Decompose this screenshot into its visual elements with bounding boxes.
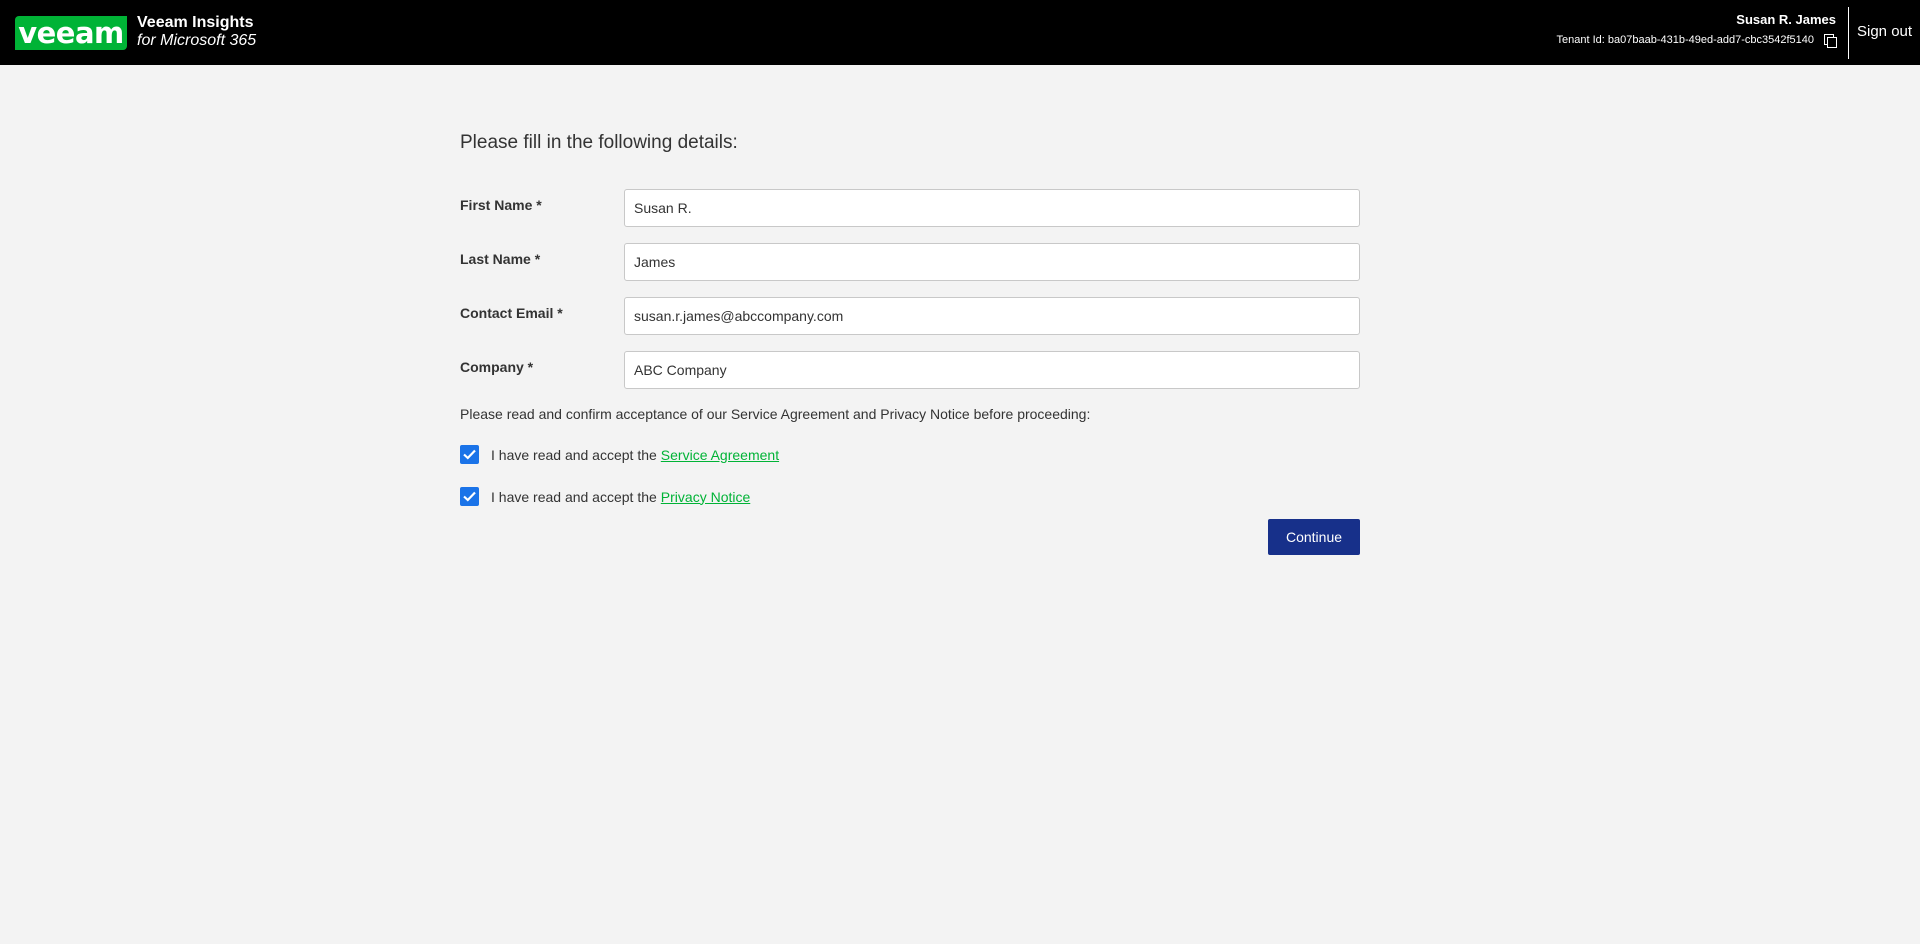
company-label: Company * [460,359,534,375]
tenant-row: Tenant Id: ba07baab-431b-49ed-add7-cbc35… [1556,34,1837,48]
sign-out-button[interactable]: Sign out [1857,23,1912,40]
service-agreement-checkbox[interactable] [460,445,479,464]
first-name-field[interactable] [624,189,1360,227]
checkmark-icon [463,449,476,460]
top-bar: veeam Veeam Insights for Microsoft 365 S… [0,0,1920,65]
privacy-notice-link[interactable]: Privacy Notice [661,489,750,505]
form-title: Please fill in the following details: [460,132,738,153]
tenant-id: Tenant Id: ba07baab-431b-49ed-add7-cbc35… [1556,34,1815,46]
product-name: Veeam Insights [137,14,254,31]
user-info: Susan R. James Tenant Id: ba07baab-431b-… [1556,12,1837,48]
privacy-notice-check-row: I have read and accept the Privacy Notic… [460,487,750,506]
continue-button[interactable]: Continue [1268,519,1360,555]
product-subtitle: for Microsoft 365 [137,32,257,49]
consent-instructions: Please read and confirm acceptance of ou… [460,406,1091,422]
service-agreement-check-row: I have read and accept the Service Agree… [460,445,779,464]
privacy-notice-label: I have read and accept the [491,488,657,505]
copy-icon[interactable] [1824,34,1837,48]
last-name-label: Last Name * [460,251,541,267]
logo-wordmark: veeam [18,15,124,50]
user-name: Susan R. James [1736,12,1836,27]
contact-email-field[interactable] [624,297,1360,335]
checkmark-icon [463,491,476,502]
service-agreement-label: I have read and accept the [491,446,657,463]
first-name-label: First Name * [460,197,542,213]
last-name-field[interactable] [624,243,1360,281]
header-divider [1848,7,1849,59]
product-title: Veeam Insights for Microsoft 365 [137,14,256,50]
privacy-notice-checkbox[interactable] [460,487,479,506]
company-field[interactable] [624,351,1360,389]
contact-email-label: Contact Email * [460,305,563,321]
service-agreement-link[interactable]: Service Agreement [661,447,779,463]
veeam-logo: veeam [15,16,127,50]
